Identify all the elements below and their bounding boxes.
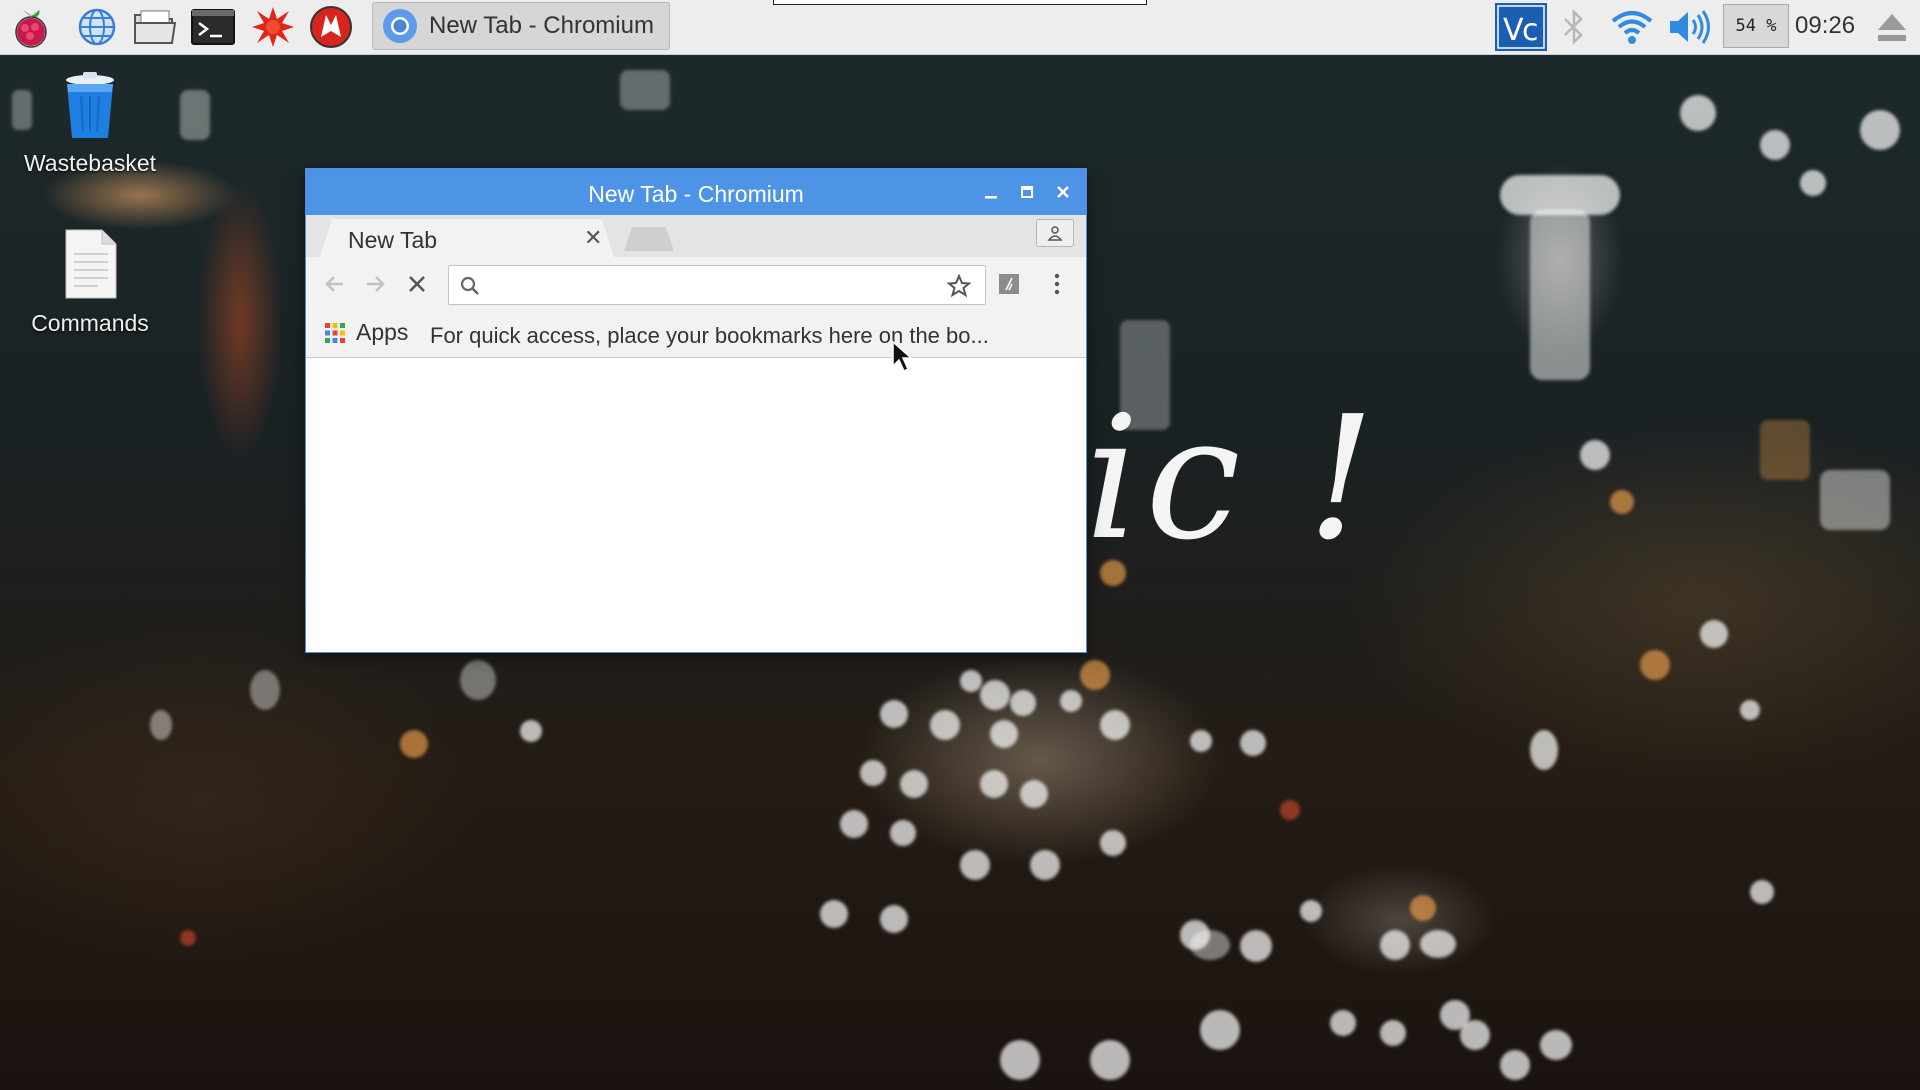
minimize-button[interactable]	[978, 179, 1004, 205]
new-tab-button[interactable]	[624, 227, 674, 251]
search-icon	[460, 276, 479, 295]
maximize-button[interactable]	[1014, 179, 1040, 205]
chromium-icon	[383, 9, 417, 43]
volume-button[interactable]	[1664, 2, 1714, 52]
menu-button[interactable]	[8, 4, 54, 50]
desktop-icon-commands[interactable]: Commands	[10, 228, 170, 337]
extension-button[interactable]	[992, 267, 1026, 301]
wolf-icon	[310, 6, 352, 48]
document-icon	[10, 228, 170, 300]
extension-icon	[999, 274, 1019, 294]
tab-title: New Tab	[348, 227, 438, 253]
arrow-right-icon	[367, 276, 385, 292]
stop-loading-button[interactable]	[400, 267, 434, 301]
window-focus-indicator	[773, 0, 1147, 5]
back-button[interactable]	[318, 267, 352, 301]
close-icon	[1057, 186, 1069, 198]
mathematica-launcher[interactable]	[250, 4, 296, 50]
cpu-usage-monitor[interactable]: 54 %	[1723, 4, 1789, 48]
bookmarks-bar: Apps For quick access, place your bookma…	[306, 311, 1086, 358]
star-burst-icon	[252, 7, 294, 47]
svg-text:V: V	[1503, 13, 1524, 48]
mouse-cursor-icon	[892, 340, 913, 373]
terminal-icon	[191, 9, 235, 45]
more-vert-icon	[1054, 273, 1060, 295]
stop-icon	[409, 276, 425, 292]
profile-button[interactable]	[1036, 219, 1074, 247]
tab-close-icon[interactable]: ✕	[584, 225, 602, 251]
close-button[interactable]	[1050, 179, 1076, 205]
omnibox-input[interactable]	[489, 270, 933, 302]
forward-button[interactable]	[358, 267, 392, 301]
wolfram-launcher[interactable]	[308, 4, 354, 50]
wifi-button[interactable]	[1608, 2, 1656, 52]
taskbar-task-chromium[interactable]: New Tab - Chromium	[372, 2, 670, 50]
vnc-button[interactable]: V c	[1494, 2, 1548, 52]
clock[interactable]: 09:26	[1795, 12, 1855, 40]
window-title: New Tab - Chromium	[588, 181, 804, 207]
globe-icon	[78, 8, 116, 46]
desktop-icon-label: Wastebasket	[23, 150, 157, 176]
desktop-icon-wastebasket[interactable]: Wastebasket	[10, 70, 170, 177]
arrow-left-icon	[325, 276, 343, 292]
apps-shortcut[interactable]: Apps	[324, 319, 408, 346]
tab-strip: New Tab ✕	[306, 215, 1086, 257]
maximize-icon	[1021, 186, 1033, 198]
menu-button-browser[interactable]	[1040, 267, 1074, 301]
file-manager-launcher[interactable]	[132, 4, 178, 50]
window-titlebar[interactable]: New Tab - Chromium	[306, 169, 1086, 215]
vnc-icon: V c	[1495, 3, 1547, 51]
eject-button[interactable]	[1872, 2, 1912, 52]
trash-icon	[10, 70, 170, 140]
omnibox[interactable]	[448, 265, 986, 305]
raspberry-icon	[15, 10, 47, 48]
minimize-icon	[985, 196, 997, 199]
taskbar-task-label: New Tab - Chromium	[429, 12, 654, 39]
folder-icon	[134, 10, 177, 44]
eject-icon	[1878, 14, 1906, 41]
person-icon	[1047, 226, 1063, 241]
wifi-icon	[1611, 11, 1653, 44]
svg-text:c: c	[1522, 13, 1539, 48]
tab-new-tab[interactable]: New Tab ✕	[320, 219, 614, 257]
wallpaper-text: ic !	[1085, 380, 1381, 578]
taskbar: New Tab - Chromium V c 54 % 09:26	[0, 0, 1920, 55]
bluetooth-icon	[1564, 8, 1583, 46]
desktop-icon-label: Commands	[31, 310, 149, 336]
browser-toolbar	[306, 257, 1086, 311]
terminal-launcher[interactable]	[190, 4, 236, 50]
apps-grid-icon	[325, 322, 345, 343]
chromium-window: New Tab - Chromium New Tab ✕ Apps For qu…	[306, 169, 1086, 652]
bookmark-star-icon[interactable]	[947, 274, 971, 298]
volume-icon	[1670, 10, 1710, 44]
bluetooth-button[interactable]	[1556, 2, 1592, 52]
page-content	[306, 358, 1086, 652]
web-browser-launcher[interactable]	[74, 4, 120, 50]
apps-label: Apps	[356, 319, 409, 345]
